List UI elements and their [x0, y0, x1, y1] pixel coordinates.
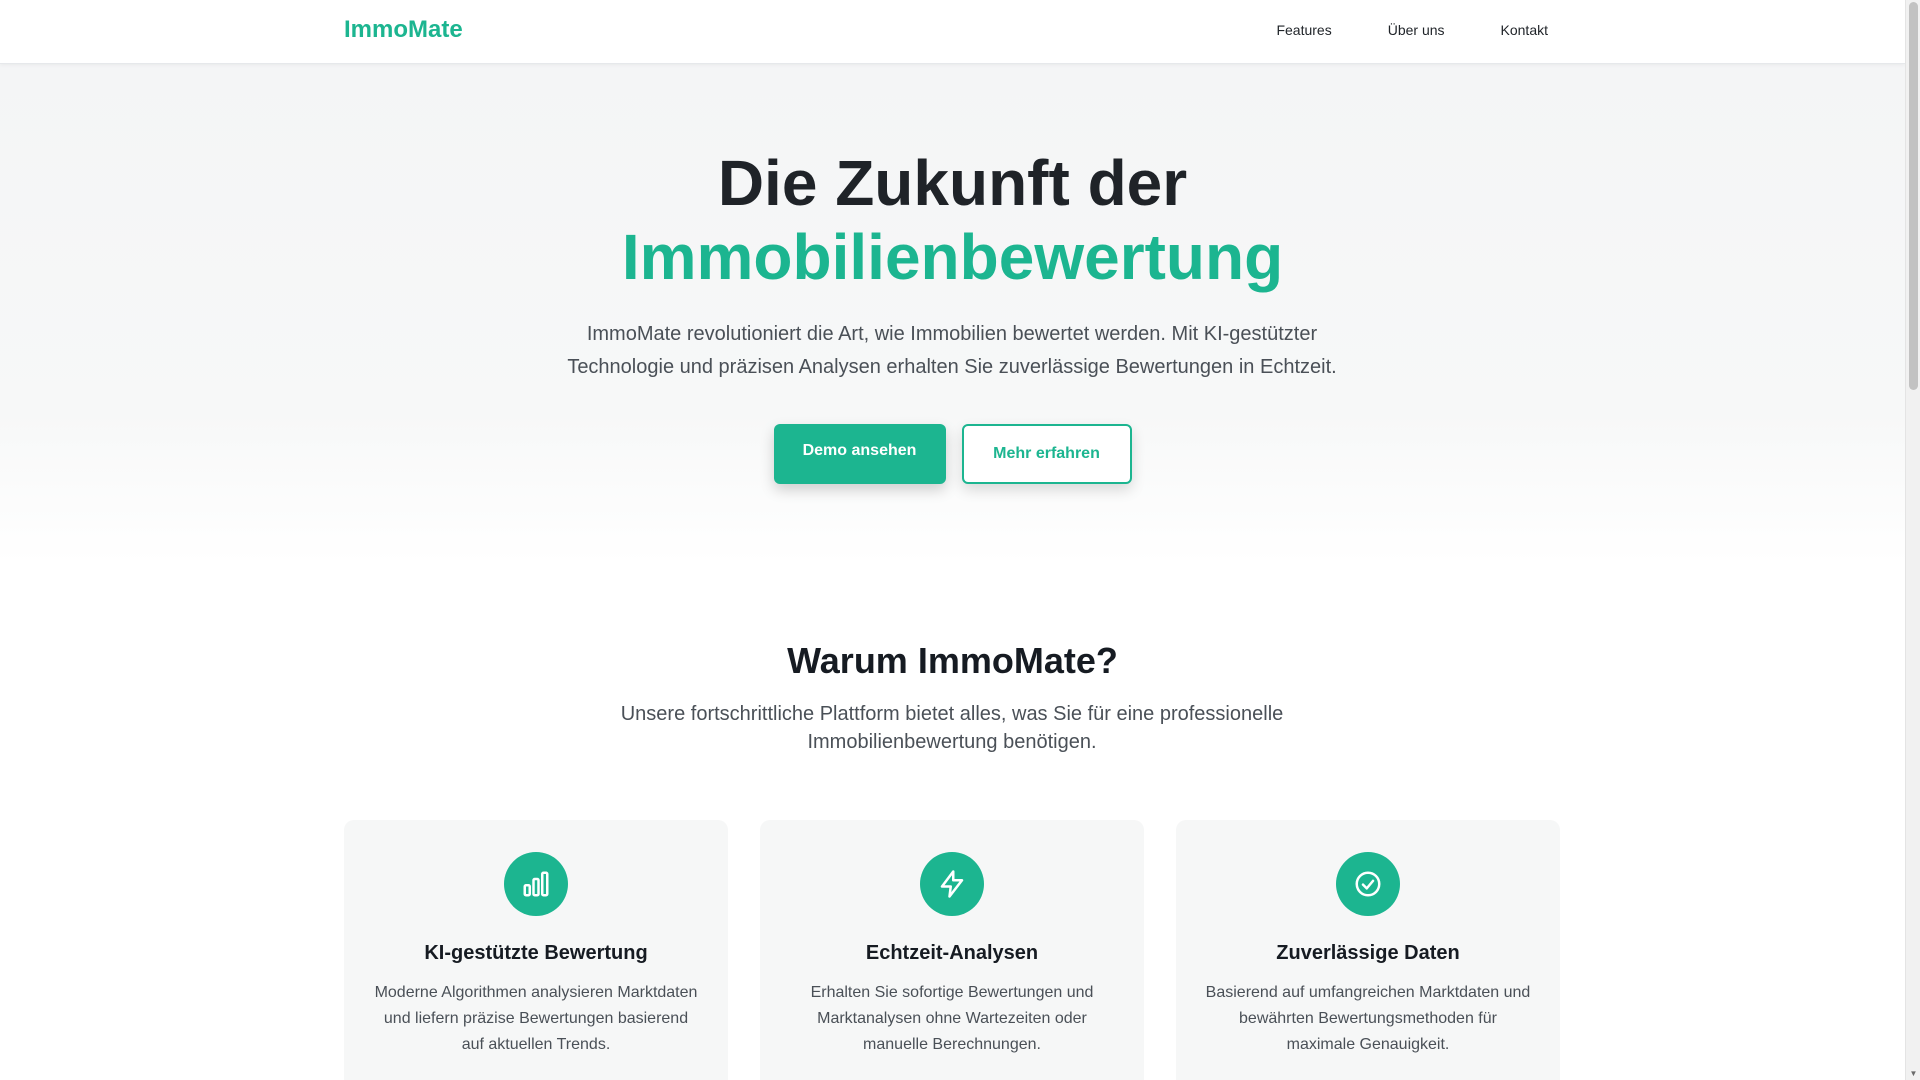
- feature-cards: KI-gestützte Bewertung Moderne Algorithm…: [344, 820, 1560, 1080]
- feature-card-text: Erhalten Sie sofortige Bewertungen und M…: [810, 984, 1094, 1053]
- nav-item-features[interactable]: Features: [1276, 22, 1331, 38]
- demo-button[interactable]: Demo ansehen: [773, 424, 946, 484]
- feature-card-title: KI-gestützte Bewertung: [424, 942, 648, 964]
- feature-card-realtime: Echtzeit-Analysen Erhalten Sie sofortige…: [760, 820, 1144, 1080]
- features-subtitle: Unsere fortschrittliche Plattform bietet…: [620, 703, 1284, 753]
- feature-card-text: Moderne Algorithmen analysieren Marktdat…: [374, 984, 698, 1053]
- hero-title-line2: Immobilienbewertung: [621, 221, 1284, 293]
- vertical-scrollbar[interactable]: ▼: [1905, 0, 1920, 1080]
- bar-chart-icon: [504, 852, 568, 916]
- features-title: Warum ImmoMate?: [787, 640, 1118, 681]
- hero-title: Die Zukunft der Immobilienbewertung: [0, 146, 1905, 294]
- hero-section: Die Zukunft der Immobilienbewertung Immo…: [0, 64, 1905, 564]
- hero-buttons: Demo ansehen Mehr erfahren: [0, 424, 1905, 484]
- feature-card-data: Zuverlässige Daten Basierend auf umfangr…: [1176, 820, 1560, 1080]
- nav-item-contact[interactable]: Kontakt: [1501, 22, 1548, 38]
- scrollbar-thumb[interactable]: [1909, 2, 1918, 390]
- logo[interactable]: ImmoMate: [344, 16, 463, 44]
- site-header: ImmoMate Features Über uns Kontakt: [0, 0, 1905, 64]
- feature-card-title: Zuverlässige Daten: [1276, 942, 1460, 964]
- scroll-down-arrow-icon[interactable]: ▼: [1909, 1069, 1918, 1078]
- page: ImmoMate Features Über uns Kontakt Die Z…: [0, 0, 1905, 1080]
- check-circle-icon: [1336, 852, 1400, 916]
- lightning-icon: [920, 852, 984, 916]
- feature-card-ai: KI-gestützte Bewertung Moderne Algorithm…: [344, 820, 728, 1080]
- main-nav: Features Über uns Kontakt: [1276, 22, 1548, 38]
- feature-card-text: Basierend auf umfangreichen Marktdaten u…: [1205, 984, 1531, 1053]
- nav-item-about[interactable]: Über uns: [1388, 22, 1445, 38]
- hero-subtitle: ImmoMate revolutioniert die Art, wie Imm…: [567, 323, 1337, 378]
- feature-card-title: Echtzeit-Analysen: [865, 942, 1039, 964]
- learn-more-button[interactable]: Mehr erfahren: [961, 424, 1132, 484]
- hero-title-line1: Die Zukunft der: [717, 147, 1188, 219]
